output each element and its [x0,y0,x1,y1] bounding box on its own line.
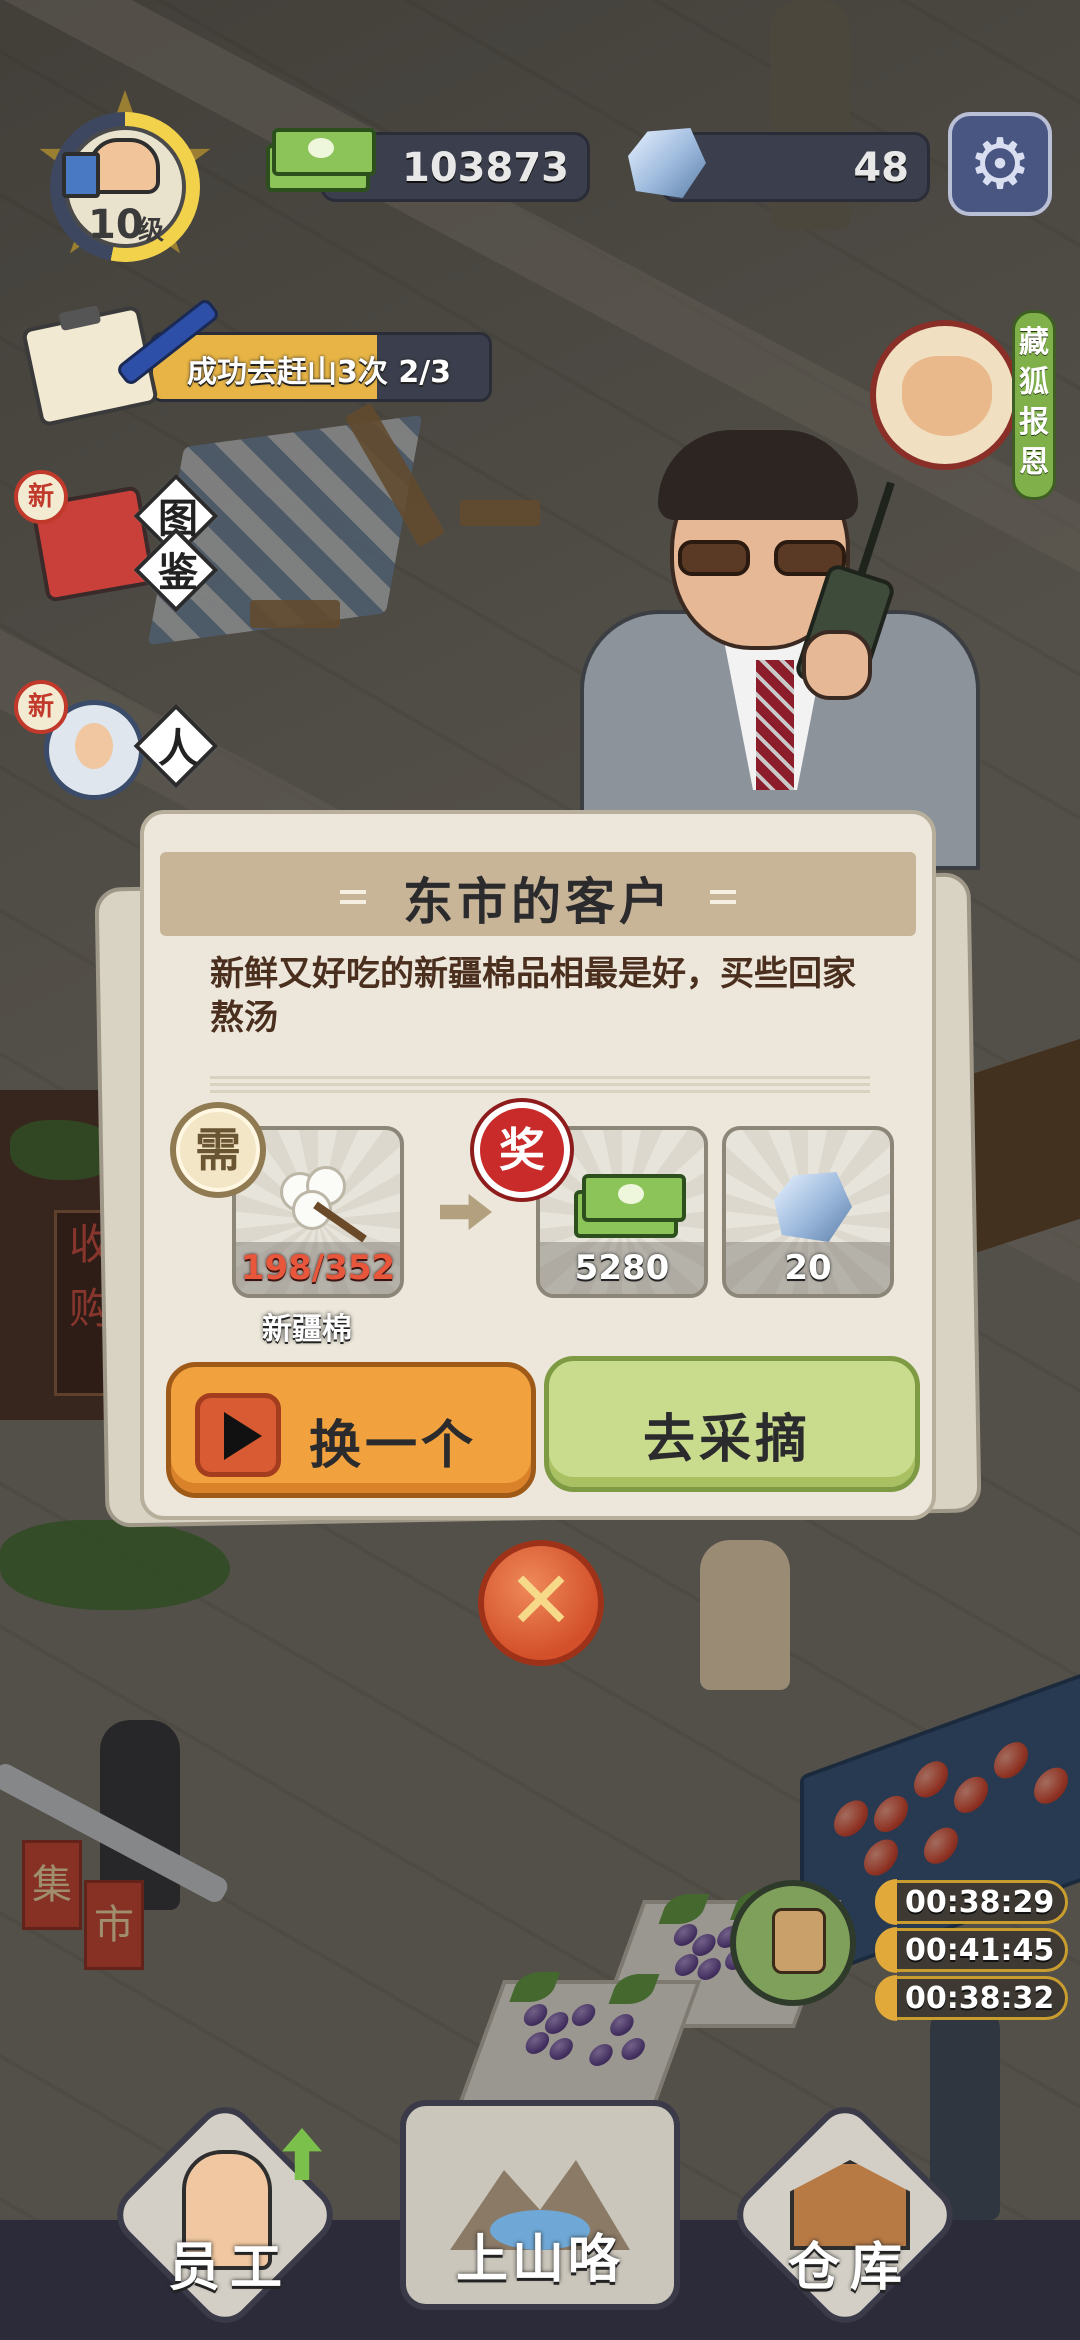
characters-button[interactable]: 新 人 [14,680,219,830]
player-level-badge[interactable]: 10 级 [30,90,220,280]
required-item-count: 198/352 [240,1248,396,1288]
reward-gem-count: 20 [784,1248,832,1288]
swap-order-button[interactable]: 换一个 [166,1362,536,1498]
dialog-title-bar: 东市的客户 [160,852,916,936]
gear-icon: ⚙ [968,123,1032,205]
close-dialog-button[interactable]: ✕ [478,1540,604,1666]
nav-mountain-button[interactable]: 上山咯 [400,2100,680,2310]
need-stamp: 需 [170,1102,266,1198]
new-badge: 新 [14,680,68,734]
dialog-description: 新鲜又好吃的新疆棉品相最是好，买些回家熬汤 [210,954,856,1038]
timer-2: 00:41:45 [875,1927,1068,1973]
go-pick-button[interactable]: 去采摘 [544,1356,920,1492]
settings-button[interactable]: ⚙ [948,112,1052,216]
nav-staff-label: 员工 [167,2238,292,2298]
cotton-icon [280,1166,367,1243]
swap-order-label: 换一个 [309,1416,478,1476]
required-item-name: 新疆棉 [262,1312,352,1347]
thumbs-up-icon [62,138,160,198]
money-icon [574,1166,686,1240]
nav-warehouse-label: 仓库 [787,2238,912,2298]
task-progress-bar: 成功去赶山3次 2/3 [150,332,492,402]
reward-money-count: 5280 [574,1248,670,1288]
gem-icon [774,1172,852,1242]
dialog-panel: 东市的客户 新鲜又好吃的新疆棉品相最是好，买些回家熬汤 198/352 新疆棉 … [140,810,936,1520]
fox-event-label: 藏狐报恩 [1012,310,1056,500]
level-number: 10 [88,202,144,248]
customer-order-dialog: 东市的客户 新鲜又好吃的新疆棉品相最是好，买些回家熬汤 198/352 新疆棉 … [94,810,982,1530]
collection-button[interactable]: 新 图 鉴 [14,470,219,620]
new-badge: 新 [14,470,68,524]
timer-3: 00:38:32 [875,1975,1068,2021]
money-icon [266,118,376,192]
customer-character [570,430,990,870]
arrow-right-icon [440,1194,492,1230]
reward-stamp: 奖 [474,1102,570,1198]
dialog-title: 东市的客户 [403,873,673,931]
nav-mountain-label: 上山咯 [455,2230,624,2290]
money-value: 103873 [402,145,569,191]
level-unit: 级 [138,216,165,246]
collection-label-2: 鉴 [158,550,198,596]
timer-text: 00:41:45 [905,1933,1055,1968]
go-pick-label: 去采摘 [643,1410,812,1470]
gem-value: 48 [853,145,909,191]
close-icon: ✕ [507,1554,575,1647]
timer-text: 00:38:32 [905,1981,1055,2016]
task-text: 成功去赶山3次 2/3 [187,355,452,390]
timer-1: 00:38:29 [875,1879,1068,1925]
task-tracker[interactable]: 成功去赶山3次 2/3 [20,296,492,428]
nav-warehouse-button[interactable]: 仓库 [724,2094,966,2336]
worker-icon[interactable] [730,1880,856,2006]
characters-label: 人 [158,726,198,772]
timer-text: 00:38:29 [905,1885,1055,1920]
reward-gem-slot[interactable]: 20 [722,1126,894,1298]
play-ad-icon [195,1393,281,1477]
